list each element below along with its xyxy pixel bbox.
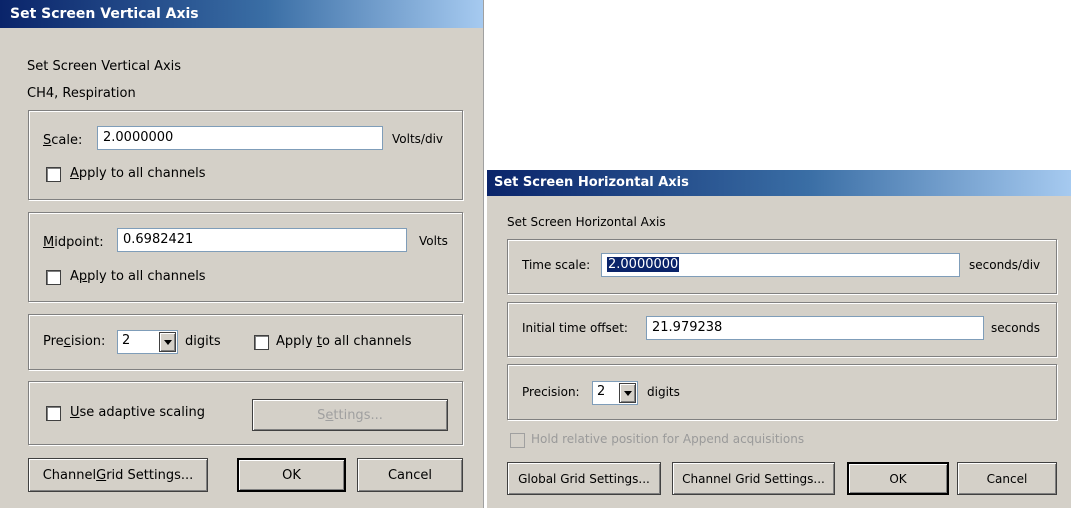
horizontal-heading: Set Screen Horizontal Axis <box>507 215 666 229</box>
adaptive-scaling-label: Use adaptive scaling <box>70 405 205 420</box>
time-scale-unit: seconds/div <box>969 258 1041 272</box>
offset-unit: seconds <box>991 321 1041 335</box>
time-scale-label: Time scale: <box>522 258 591 272</box>
hold-relative-checkbox[interactable] <box>510 433 525 448</box>
offset-label: Initial time offset: <box>522 321 628 335</box>
vertical-axis-dialog: Set Screen Vertical Axis Set Screen Vert… <box>0 0 484 508</box>
precision-apply-all-checkbox[interactable] <box>254 335 269 350</box>
global-grid-settings-button[interactable]: Global Grid Settings... <box>507 462 661 495</box>
horizontal-precision-unit: digits <box>647 385 680 399</box>
vertical-dialog-title: Set Screen Vertical Axis <box>10 6 199 22</box>
scale-group <box>28 110 463 200</box>
cancel-button[interactable]: Cancel <box>357 458 463 492</box>
horizontal-precision-dropdown-button[interactable] <box>619 383 636 403</box>
vertical-heading: Set Screen Vertical Axis <box>27 59 182 74</box>
horizontal-cancel-button[interactable]: Cancel <box>957 462 1057 495</box>
scale-input[interactable]: 2.0000000 <box>97 126 383 150</box>
adaptive-scaling-checkbox[interactable] <box>46 406 61 421</box>
scale-unit: Volts/div <box>392 132 444 146</box>
settings-button[interactable]: Se ttings... <box>252 399 448 431</box>
midpoint-apply-all-checkbox[interactable] <box>46 270 61 285</box>
horizontal-precision-value: 2 <box>597 384 606 399</box>
horizontal-axis-dialog: Set Screen Horizontal Axis Set Screen Ho… <box>487 170 1071 508</box>
time-scale-value: 2.0000000 <box>607 257 680 272</box>
horizontal-dialog-title: Set Screen Horizontal Axis <box>494 175 689 190</box>
precision-select-value: 2 <box>122 333 131 348</box>
precision-select[interactable]: 2 <box>117 330 178 354</box>
precision-unit: digits <box>185 334 221 349</box>
horizontal-ok-button[interactable]: OK <box>847 462 949 495</box>
hold-relative-label: Hold relative position for Append acquis… <box>531 432 805 446</box>
ok-button[interactable]: OK <box>237 458 346 492</box>
midpoint-unit: Volts <box>419 234 448 248</box>
horizontal-precision-select[interactable]: 2 <box>592 381 638 405</box>
precision-label: Precision: <box>43 334 106 349</box>
offset-input[interactable]: 21.979238 <box>646 316 984 340</box>
scale-apply-all-checkbox[interactable] <box>46 167 61 182</box>
horizontal-precision-label: Precision: <box>522 385 580 399</box>
midpoint-apply-all-label: Apply to all channels <box>70 269 206 284</box>
chevron-down-icon <box>163 339 172 345</box>
precision-dropdown-button[interactable] <box>159 332 176 352</box>
channel-grid-settings-button[interactable]: Channel Grid Settings... <box>28 458 208 492</box>
scale-apply-all-label: Apply to all channels <box>70 166 206 181</box>
vertical-dialog-titlebar[interactable]: Set Screen Vertical Axis <box>0 0 483 28</box>
midpoint-input[interactable]: 0.6982421 <box>117 228 407 252</box>
chevron-down-icon <box>623 390 632 396</box>
horizontal-precision-group <box>507 364 1057 420</box>
horizontal-channel-grid-settings-button[interactable]: Channel Grid Settings... <box>672 462 835 495</box>
precision-apply-all-label: Apply to all channels <box>276 334 412 349</box>
time-scale-input[interactable]: 2.0000000 <box>601 253 960 277</box>
channel-label: CH4, Respiration <box>27 86 136 101</box>
midpoint-group <box>28 212 463 302</box>
midpoint-label: Midpoint: <box>43 235 104 250</box>
horizontal-dialog-titlebar[interactable]: Set Screen Horizontal Axis <box>487 170 1071 196</box>
scale-label: Scale: <box>43 133 83 148</box>
